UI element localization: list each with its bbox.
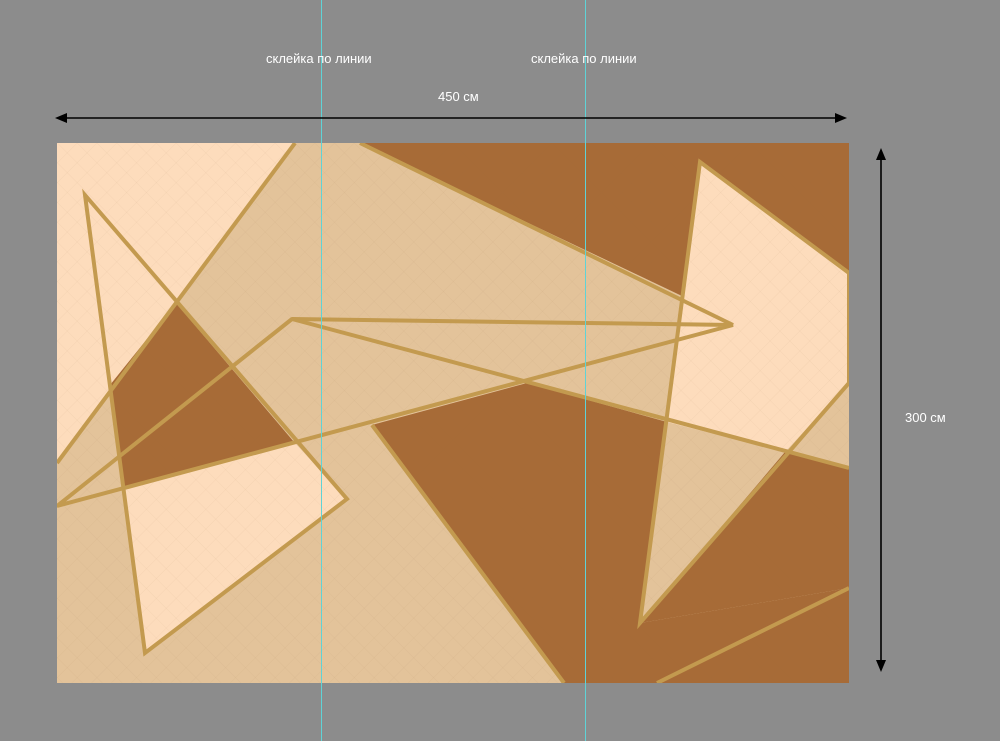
height-dimension-label: 300 см <box>905 410 946 425</box>
seam-label-2: склейка по линии <box>531 51 637 66</box>
height-arrow-top-head <box>876 148 886 160</box>
geometric-triangle-pattern <box>57 143 849 683</box>
width-dimension-label: 450 см <box>438 89 479 104</box>
height-arrow-bottom-head <box>876 660 886 672</box>
seam-label-1: склейка по линии <box>266 51 372 66</box>
wallpaper-preview <box>57 143 849 683</box>
width-arrow-right-head <box>835 113 847 123</box>
seam-guide-line-1 <box>321 0 322 741</box>
seam-guide-line-2 <box>585 0 586 741</box>
width-arrow-left-head <box>55 113 67 123</box>
